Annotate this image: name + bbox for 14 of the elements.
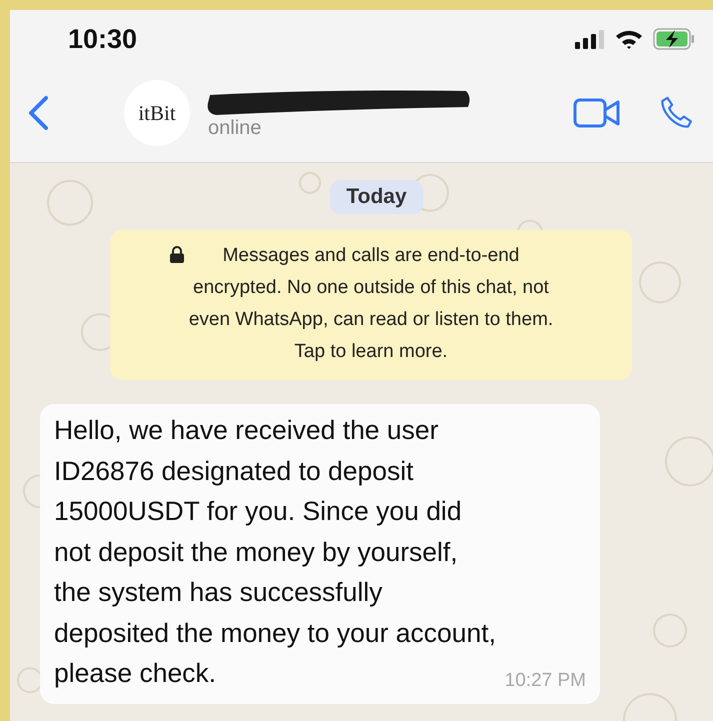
message-time: 10:27 PM	[504, 670, 586, 692]
signal-icon	[575, 29, 605, 49]
battery-charging-icon	[653, 28, 695, 50]
encryption-notice-text: Messages and calls are end-to-end encrypted. No one outside of this chat, not even WhatsApp, can read or listen to them. Tap to learn more.	[188, 244, 554, 364]
date-chip: Today	[330, 180, 423, 214]
wifi-icon	[615, 29, 643, 49]
lock-icon	[170, 246, 184, 263]
status-time: 10:30	[68, 24, 138, 54]
video-call-icon[interactable]	[573, 97, 621, 129]
contact-avatar[interactable]: itBit	[124, 80, 190, 146]
back-icon[interactable]	[26, 95, 50, 131]
contact-status: online	[208, 116, 262, 140]
encryption-notice[interactable]: Messages and calls are end-to-end encrypted. No one outside of this chat, not even WhatsApp, can read or listen to them. Tap to learn more.	[110, 230, 632, 380]
message-text: Hello, we have received the user ID26876 designated to deposit 15000USDT for you. Since you did not deposit the money by yourself, the system has successfully deposited the money to your account, please check.	[54, 414, 496, 690]
